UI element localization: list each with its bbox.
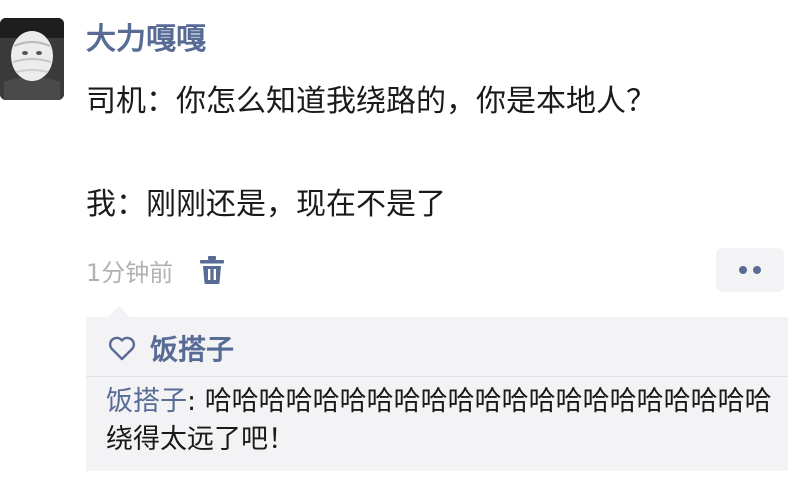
post-meta-row: 1分钟前 (86, 250, 225, 290)
divider (86, 376, 788, 377)
heart-outline-icon (108, 336, 136, 361)
avatar[interactable] (0, 18, 64, 100)
likes-row: 饭搭子 (108, 326, 234, 370)
post-timestamp: 1分钟前 (86, 258, 174, 287)
comment-item[interactable]: 饭搭子: 哈哈哈哈哈哈哈哈哈哈哈哈哈哈哈哈哈哈哈哈哈绕得太远了吧！ (106, 383, 776, 459)
more-button[interactable] (716, 248, 784, 292)
post-text-line: 司机：你怎么知道我绕路的，你是本地人？ (86, 84, 656, 119)
post-author-name[interactable]: 大力嘎嘎 (86, 20, 206, 60)
interaction-panel: 饭搭子 饭搭子: 哈哈哈哈哈哈哈哈哈哈哈哈哈哈哈哈哈哈哈哈哈绕得太远了吧！ (86, 317, 788, 471)
comment-text: 哈哈哈哈哈哈哈哈哈哈哈哈哈哈哈哈哈哈哈哈哈绕得太远了吧！ (106, 386, 772, 455)
more-dots-icon (739, 266, 747, 274)
avatar-image (0, 18, 64, 100)
commenter-name[interactable]: 饭搭子 (106, 386, 187, 417)
comment-box-arrow (108, 306, 130, 317)
trash-icon[interactable] (199, 255, 225, 285)
post-text-line: 我：刚刚还是，现在不是了 (86, 187, 446, 222)
liker-name[interactable]: 饭搭子 (150, 328, 234, 368)
comment-separator: : (187, 386, 205, 417)
more-dots-icon (753, 266, 761, 274)
